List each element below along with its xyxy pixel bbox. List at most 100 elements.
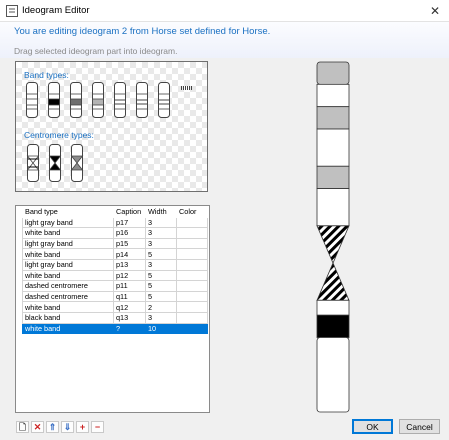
cell-caption[interactable]: p11 (113, 280, 146, 292)
table-row[interactable]: black band q13 3 (22, 311, 208, 324)
cell-width[interactable]: 2 (145, 301, 177, 313)
table-row[interactable]: white band p14 5 (22, 248, 208, 260)
move-up-icon[interactable]: ⇑ (46, 421, 59, 433)
black-band-icon[interactable] (48, 82, 60, 118)
cell-caption[interactable]: p14 (113, 248, 146, 260)
cell-color[interactable] (176, 237, 208, 250)
table-row[interactable]: white band q12 2 (22, 301, 208, 313)
cell-width[interactable]: 10 (145, 322, 177, 335)
delete-icon-glyph: ✕ (33, 422, 42, 432)
ideogram-segment[interactable] (316, 61, 350, 85)
window-title: Ideogram Editor (22, 5, 90, 16)
title-bar: Ideogram Editor ✕ (0, 0, 449, 22)
stalk-band-icon[interactable] (180, 82, 192, 118)
cell-band-type[interactable]: white band (22, 248, 114, 260)
cell-color[interactable] (176, 258, 208, 271)
cell-band-type[interactable]: black band (22, 311, 114, 324)
ideogram-segment[interactable] (316, 262, 350, 301)
cell-color[interactable] (176, 280, 208, 292)
cell-caption[interactable]: q13 (113, 311, 146, 324)
cell-width[interactable]: 5 (145, 248, 177, 260)
ideogram-segment[interactable] (316, 128, 350, 167)
cell-color[interactable] (176, 248, 208, 260)
white-band-icon[interactable] (26, 82, 38, 118)
cell-width[interactable]: 3 (145, 258, 177, 271)
close-button[interactable]: ✕ (421, 0, 449, 22)
cell-color[interactable] (176, 269, 208, 282)
cell-band-type[interactable]: light gray band (22, 237, 114, 250)
new-document-icon[interactable]: 🗋 (16, 421, 29, 433)
thin-lined-band-icon[interactable] (136, 82, 148, 118)
cell-width[interactable]: 3 (145, 216, 177, 229)
band-types-label: Band types: (24, 70, 69, 80)
cell-band-type[interactable]: white band (22, 322, 114, 335)
ideogram-segment[interactable] (316, 165, 350, 189)
cell-band-type[interactable]: dashed centromere (22, 280, 114, 292)
cell-color[interactable] (176, 311, 208, 324)
cell-band-type[interactable]: white band (22, 269, 114, 282)
cell-caption[interactable]: p17 (113, 216, 146, 229)
table-row[interactable]: light gray band p17 3 (22, 216, 208, 229)
cell-width[interactable]: 5 (145, 280, 177, 292)
ideogram-preview[interactable] (315, 61, 351, 413)
dashed-centromere-icon[interactable] (26, 144, 40, 182)
cell-band-type[interactable]: dashed centromere (22, 290, 114, 303)
cell-caption[interactable]: p12 (113, 269, 146, 282)
remove-icon[interactable]: − (91, 421, 104, 433)
black-centromere-icon[interactable] (48, 144, 62, 182)
cell-band-type[interactable]: light gray band (22, 216, 114, 229)
double-lined-band-icon[interactable] (158, 82, 170, 118)
ideogram-segment[interactable] (316, 188, 350, 227)
lined-band-icon[interactable] (114, 82, 126, 118)
add-icon[interactable]: + (76, 421, 89, 433)
gray-centromere-icon[interactable] (70, 144, 84, 182)
move-down-icon[interactable]: ⇓ (61, 421, 74, 433)
ideogram-segment[interactable] (316, 225, 350, 265)
table-row[interactable]: dashed centromere p11 5 (22, 280, 208, 292)
cell-width[interactable]: 5 (145, 269, 177, 282)
table-row[interactable]: light gray band p13 3 (22, 258, 208, 271)
cell-width[interactable]: 3 (145, 227, 177, 239)
bands-table[interactable]: Band type Caption Width Color light gray… (15, 205, 210, 413)
column-header-width[interactable]: Width (145, 206, 177, 218)
table-row[interactable]: dashed centromere q11 5 (22, 290, 208, 303)
cell-caption[interactable]: p15 (113, 237, 146, 250)
cell-caption[interactable]: p16 (113, 227, 146, 239)
table-row[interactable]: light gray band p15 3 (22, 237, 208, 250)
ideogram-segment[interactable] (316, 83, 350, 108)
ideogram-segment[interactable] (316, 337, 350, 413)
cell-band-type[interactable]: white band (22, 227, 114, 239)
cell-color[interactable] (176, 322, 208, 335)
cell-color[interactable] (176, 227, 208, 239)
cell-width[interactable]: 3 (145, 311, 177, 324)
cell-width[interactable]: 5 (145, 290, 177, 303)
table-row[interactable]: white band? 10 (22, 322, 208, 335)
cell-band-type[interactable]: white band (22, 301, 114, 313)
ideogram-segment[interactable] (316, 314, 350, 338)
light-gray-band-icon[interactable] (92, 82, 104, 118)
cell-caption[interactable]: p13 (113, 258, 146, 271)
cancel-button[interactable]: Cancel (399, 419, 440, 434)
cell-caption[interactable]: q11 (113, 290, 146, 303)
add-icon-glyph: + (79, 422, 86, 432)
remove-icon-glyph: − (94, 422, 101, 432)
cell-color[interactable] (176, 301, 208, 313)
delete-icon[interactable]: ✕ (31, 421, 44, 433)
ideogram-segment[interactable] (316, 106, 350, 130)
cell-color[interactable] (176, 290, 208, 303)
header-subtitle: Drag selected ideogram part into ideogra… (14, 46, 178, 56)
table-row[interactable]: white band p12 5 (22, 269, 208, 282)
table-header-row: Band type Caption Width Color (22, 206, 208, 218)
cell-width[interactable]: 3 (145, 237, 177, 250)
dark-gray-band-icon[interactable] (70, 82, 82, 118)
ok-button[interactable]: OK (352, 419, 393, 434)
column-header-caption[interactable]: Caption (113, 206, 146, 218)
column-header-band-type[interactable]: Band type (22, 206, 114, 218)
cell-band-type[interactable]: light gray band (22, 258, 114, 271)
cell-caption[interactable]: ? (113, 322, 146, 335)
table-row[interactable]: white band p16 3 (22, 227, 208, 239)
cell-color[interactable] (176, 216, 208, 229)
column-header-color[interactable]: Color (176, 206, 208, 218)
ideogram-segment[interactable] (316, 299, 350, 316)
cell-caption[interactable]: q12 (113, 301, 146, 313)
